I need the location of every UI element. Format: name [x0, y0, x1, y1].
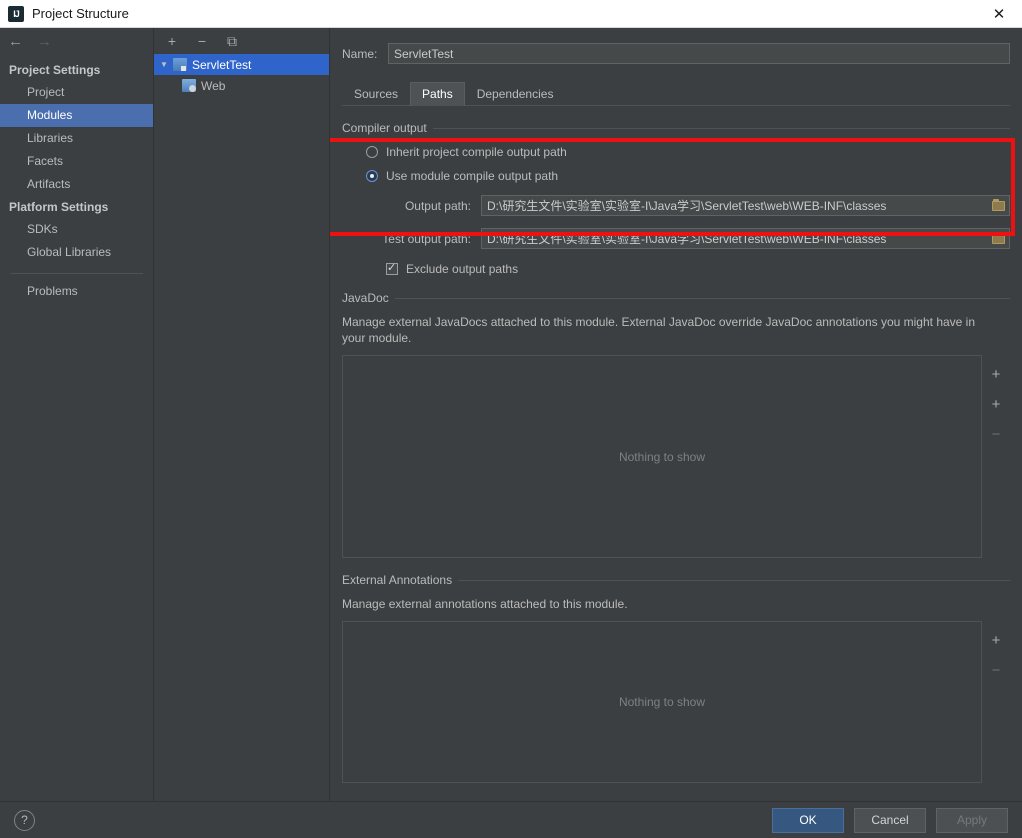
tree-node-servlettest[interactable]: ▼ ServletTest: [154, 54, 329, 75]
sidebar-item-libraries[interactable]: Libraries: [0, 127, 153, 150]
javadoc-list-buttons: + + −: [982, 355, 1010, 558]
external-annotations-empty-text: Nothing to show: [618, 695, 706, 709]
exclude-output-paths-label: Exclude output paths: [406, 262, 519, 276]
tab-paths[interactable]: Paths: [410, 82, 465, 106]
sidebar-navbar: ← →: [0, 28, 153, 54]
inherit-output-radio-row[interactable]: Inherit project compile output path: [366, 145, 1010, 159]
ok-button[interactable]: OK: [772, 807, 844, 833]
javadoc-header: JavaDoc: [342, 291, 1010, 305]
main-area: ← → Project Settings Project Modules Lib…: [0, 28, 1022, 801]
compiler-output-section: Compiler output Inherit project compile …: [342, 121, 1010, 276]
chevron-down-icon[interactable]: ▼: [160, 60, 171, 69]
javadoc-list-wrap: Nothing to show + + −: [342, 355, 1010, 558]
external-annotations-section: External Annotations Manage external ann…: [342, 573, 1010, 783]
module-name-row: Name: ServletTest: [342, 43, 1010, 64]
external-annotations-description: Manage external annotations attached to …: [342, 597, 628, 611]
tab-sources[interactable]: Sources: [342, 82, 410, 106]
tree-node-web[interactable]: Web: [154, 75, 329, 96]
external-annotations-title: External Annotations: [342, 573, 453, 587]
output-path-field[interactable]: D:\研究生文件\实验室\实验室-I\Java学习\ServletTest\we…: [481, 195, 1010, 216]
sidebar-item-sdks[interactable]: SDKs: [0, 218, 153, 241]
web-facet-icon: [182, 79, 196, 92]
section-divider: [458, 579, 1010, 581]
back-arrow-icon[interactable]: ←: [8, 34, 23, 49]
test-output-path-label: Test output path:: [382, 231, 471, 246]
external-annotations-list-wrap: Nothing to show + −: [342, 621, 1010, 783]
group-title-project-settings: Project Settings: [9, 63, 101, 77]
remove-annotation-button[interactable]: −: [987, 661, 1005, 679]
external-annotations-list-buttons: + −: [982, 621, 1010, 783]
window-titlebar: IJ Project Structure ✕: [0, 0, 1022, 28]
section-divider: [432, 127, 1010, 129]
javadoc-empty-text: Nothing to show: [618, 449, 706, 464]
module-icon: [173, 58, 187, 71]
sidebar-item-global-libraries[interactable]: Global Libraries: [0, 241, 153, 264]
compiler-output-title: Compiler output: [342, 121, 427, 135]
section-divider: [394, 297, 1010, 299]
tree-node-label: Web: [201, 78, 226, 93]
test-output-path-row: Test output path: D:\研究生文件\实验室\实验室-I\Jav…: [378, 228, 1010, 249]
output-path-row: Output path: D:\研究生文件\实验室\实验室-I\Java学习\S…: [378, 195, 1010, 216]
sidebar-item-modules[interactable]: Modules: [0, 104, 153, 127]
help-icon[interactable]: ?: [14, 809, 35, 831]
module-name-label: Name:: [342, 46, 378, 61]
module-output-radio[interactable]: [366, 170, 378, 182]
window-title: Project Structure: [32, 6, 129, 21]
apply-button[interactable]: Apply: [936, 807, 1008, 833]
module-tree-toolbar: + − ⧉: [154, 28, 329, 54]
cancel-button[interactable]: Cancel: [854, 807, 926, 833]
external-annotations-header: External Annotations: [342, 573, 1010, 587]
add-javadoc-button[interactable]: +: [987, 365, 1005, 383]
sidebar-divider: [10, 273, 143, 274]
settings-sidebar: ← → Project Settings Project Modules Lib…: [0, 28, 154, 801]
sidebar-item-problems[interactable]: Problems: [0, 280, 153, 303]
dialog-footer: ? OK Cancel Apply: [0, 801, 1022, 838]
sidebar-item-facets[interactable]: Facets: [0, 150, 153, 173]
add-module-button[interactable]: +: [164, 33, 180, 49]
module-tree-body: ▼ ServletTest Web: [154, 54, 329, 96]
module-output-radio-row[interactable]: Use module compile output path: [366, 169, 1010, 183]
folder-browse-icon[interactable]: [988, 229, 1009, 248]
exclude-output-paths-checkbox[interactable]: [386, 261, 398, 275]
module-output-label: Use module compile output path: [386, 169, 559, 183]
javadoc-title: JavaDoc: [342, 291, 389, 305]
javadoc-section: JavaDoc Manage external JavaDocs attache…: [342, 291, 1010, 558]
module-tree-panel: + − ⧉ ▼ ServletTest Web: [154, 28, 330, 801]
remove-javadoc-button[interactable]: −: [987, 425, 1005, 443]
module-name-input[interactable]: ServletTest: [388, 43, 1010, 64]
sidebar-item-project[interactable]: Project: [0, 81, 153, 104]
external-annotations-list[interactable]: Nothing to show: [342, 621, 982, 783]
footer-buttons: OK Cancel Apply: [772, 807, 1008, 833]
group-title-platform-settings: Platform Settings: [9, 200, 109, 214]
test-output-path-field[interactable]: D:\研究生文件\实验室\实验室-I\Java学习\ServletTest\we…: [481, 228, 1010, 249]
forward-arrow-icon[interactable]: →: [37, 34, 52, 49]
add-javadoc-url-button[interactable]: +: [987, 395, 1005, 413]
add-annotation-button[interactable]: +: [987, 631, 1005, 649]
test-output-path-value[interactable]: D:\研究生文件\实验室\实验室-I\Java学习\ServletTest\we…: [482, 230, 988, 247]
compiler-output-header: Compiler output: [342, 121, 1010, 135]
detail-tabs: Sources Paths Dependencies: [342, 81, 1010, 106]
settings-list: Project Settings Project Modules Librari…: [0, 54, 153, 303]
inherit-output-radio[interactable]: [366, 146, 378, 158]
module-detail-pane: Name: ServletTest Sources Paths Dependen…: [330, 28, 1022, 801]
output-path-value[interactable]: D:\研究生文件\实验室\实验室-I\Java学习\ServletTest\we…: [482, 197, 988, 214]
exclude-output-paths-row[interactable]: Exclude output paths: [386, 261, 1010, 276]
output-path-label: Output path:: [404, 198, 471, 213]
copy-module-button[interactable]: ⧉: [224, 33, 240, 49]
intellij-idea-icon: IJ: [8, 5, 24, 22]
inherit-output-label: Inherit project compile output path: [386, 145, 567, 159]
close-icon[interactable]: ✕: [976, 0, 1022, 27]
tree-node-label: ServletTest: [192, 57, 252, 72]
remove-module-button[interactable]: −: [194, 33, 210, 49]
folder-browse-icon[interactable]: [988, 196, 1009, 215]
javadoc-list[interactable]: Nothing to show: [342, 355, 982, 558]
tab-dependencies[interactable]: Dependencies: [465, 82, 566, 106]
javadoc-description: Manage external JavaDocs attached to thi…: [342, 315, 976, 345]
sidebar-item-artifacts[interactable]: Artifacts: [0, 173, 153, 196]
